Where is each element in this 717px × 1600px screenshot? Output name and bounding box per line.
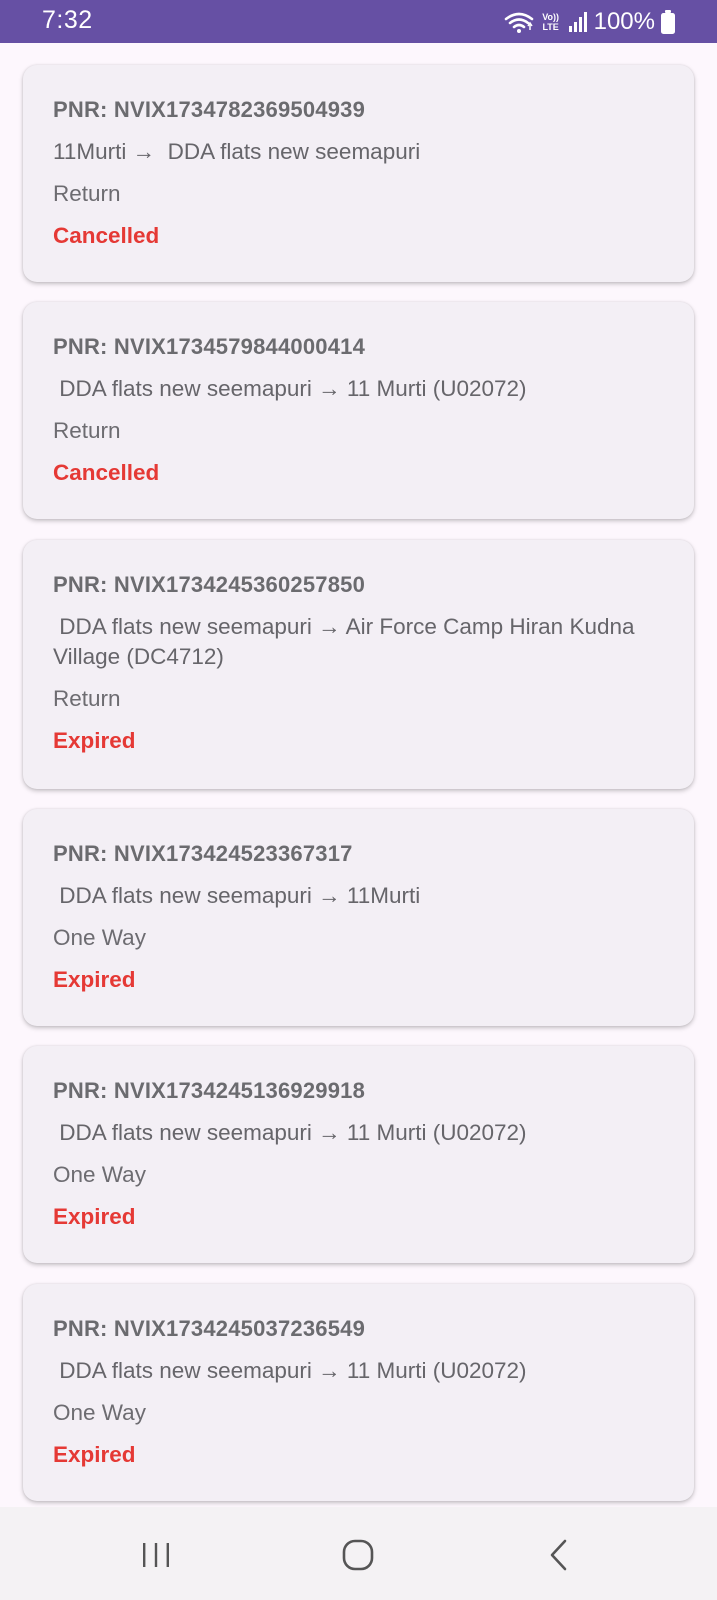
booking-status: Expired [53,728,136,753]
booking-pnr: PNR: NVIX1734245037236549 [53,1316,366,1341]
status-icons: Vo)) LTE 100% [504,7,675,37]
booking-route: 11Murti → DDA flats new seemapuri [53,139,421,164]
wifi-icon [504,10,534,34]
back-icon[interactable] [540,1535,580,1575]
booking-route: DDA flats new seemapuri → 11 Murti (U020… [53,376,527,401]
booking-status: Cancelled [53,460,160,485]
booking-card[interactable]: PNR: NVIX1734245136929918 DDA flats new … [23,1046,694,1263]
booking-list[interactable]: PNR: NVIX1734782369504939 11Murti → DDA … [0,43,717,1507]
system-nav-bar [0,1507,717,1600]
booking-status: Expired [53,967,136,992]
booking-card[interactable]: PNR: NVIX1734579844000414 DDA flats new … [23,302,694,519]
booking-status: Cancelled [53,223,160,248]
battery-percent: 100% [593,8,655,35]
status-time: 7:32 [42,6,93,34]
booking-card[interactable]: PNR: NVIX173424523367317 DDA flats new s… [23,809,694,1026]
booking-card[interactable]: PNR: NVIX1734782369504939 11Murti → DDA … [23,65,694,282]
booking-pnr: PNR: NVIX1734782369504939 [53,97,366,122]
booking-trip-type: Return [53,181,121,206]
booking-trip-type: One Way [53,1400,146,1425]
booking-route: DDA flats new seemapuri → 11Murti [53,883,421,908]
booking-pnr: PNR: NVIX1734245360257850 [53,572,366,597]
volte-icon: Vo)) LTE [542,12,560,32]
booking-pnr: PNR: NVIX1734579844000414 [53,334,366,359]
status-bar: 7:32 Vo)) LTE 100% [0,0,717,43]
booking-status: Expired [53,1442,136,1467]
booking-card[interactable]: PNR: NVIX1734245037236549 DDA flats new … [23,1284,694,1501]
booking-route: DDA flats new seemapuri → 11 Murti (U020… [53,1120,527,1145]
signal-icon [568,11,588,33]
booking-trip-type: One Way [53,1162,146,1187]
home-icon[interactable] [338,1535,378,1575]
booking-pnr: PNR: NVIX173424523367317 [53,841,353,866]
booking-trip-type: Return [53,418,121,443]
booking-route: DDA flats new seemapuri → Air Force Camp… [53,614,641,669]
booking-card[interactable]: PNR: NVIX1734245360257850 DDA flats new … [23,540,694,789]
booking-pnr: PNR: NVIX1734245136929918 [53,1078,366,1103]
recent-apps-icon[interactable] [136,1535,176,1575]
battery-icon [661,10,675,34]
booking-route: DDA flats new seemapuri → 11 Murti (U020… [53,1358,527,1383]
booking-trip-type: One Way [53,925,146,950]
booking-trip-type: Return [53,686,121,711]
booking-status: Expired [53,1204,136,1229]
